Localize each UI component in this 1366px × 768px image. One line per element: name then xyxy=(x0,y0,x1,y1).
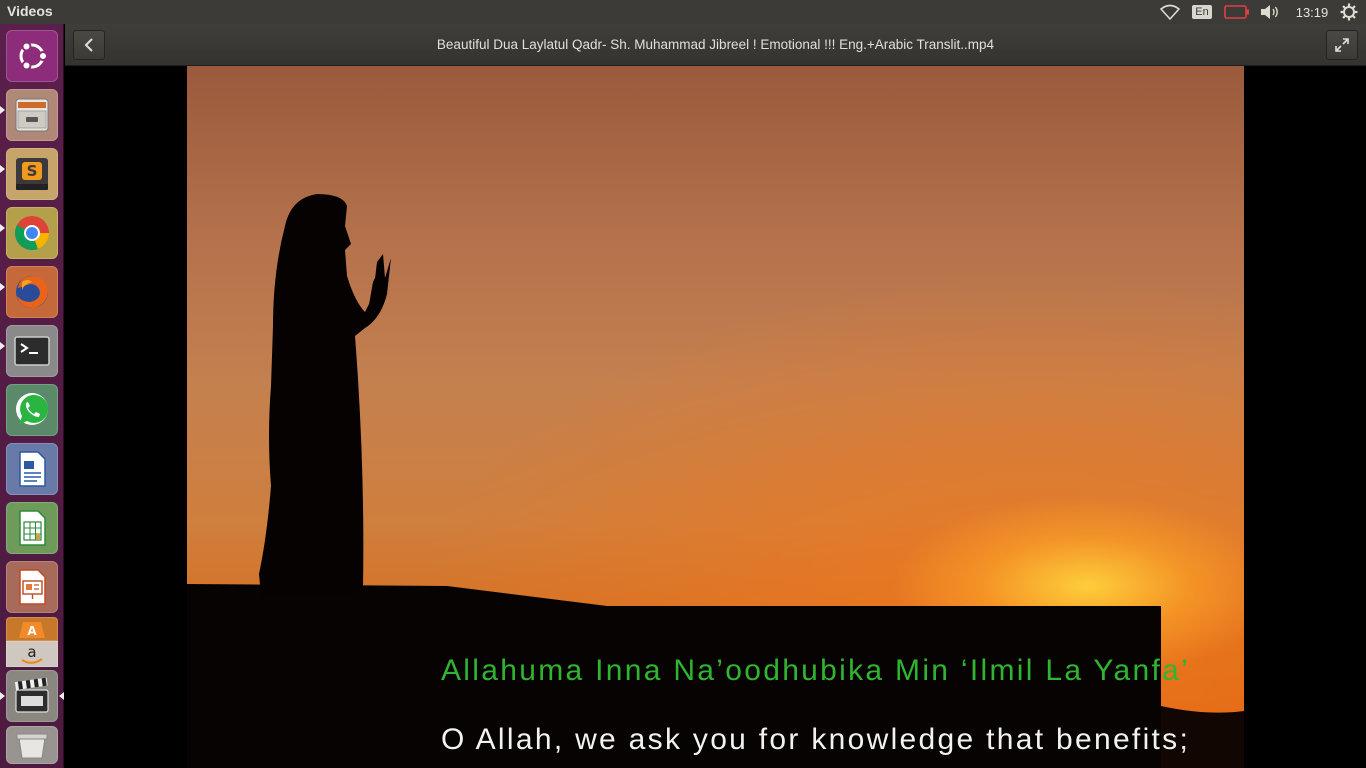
launcher-item-whatsapp[interactable] xyxy=(6,384,58,436)
subtitle-translation: O Allah, we ask you for knowledge that b… xyxy=(441,723,1191,756)
fullscreen-button[interactable] xyxy=(1326,30,1358,60)
launcher-item-chrome[interactable] xyxy=(6,207,58,259)
running-indicator xyxy=(0,692,5,700)
terminal-icon xyxy=(14,336,50,366)
battery-icon[interactable] xyxy=(1224,0,1250,24)
writer-icon xyxy=(19,451,46,487)
svg-text:S: S xyxy=(27,162,38,180)
player-header-bar: Beautiful Dua Laylatul Qadr- Sh. Muhamma… xyxy=(65,24,1366,66)
video-frame[interactable]: Allahuma Inna Na’oodhubika Min ‘Ilmil La… xyxy=(187,66,1244,768)
volume-icon[interactable] xyxy=(1258,0,1282,24)
running-indicator xyxy=(0,283,5,291)
app-title: Videos xyxy=(7,3,53,19)
wifi-icon[interactable] xyxy=(1158,0,1182,24)
running-indicator xyxy=(0,106,5,114)
file-cabinet-icon xyxy=(15,98,49,132)
launcher-item-sublime-text[interactable]: S xyxy=(6,148,58,200)
clapperboard-icon xyxy=(14,677,49,713)
chrome-icon xyxy=(15,216,50,251)
running-indicator xyxy=(0,165,5,173)
svg-text:A: A xyxy=(27,624,37,638)
trash-icon xyxy=(16,733,48,759)
video-title: Beautiful Dua Laylatul Qadr- Sh. Muhamma… xyxy=(436,37,995,52)
session-gear-icon[interactable] xyxy=(1338,0,1360,24)
software-center-icon: A xyxy=(19,622,45,638)
amazon-icon: a xyxy=(21,643,43,664)
launcher-item-dash-home[interactable] xyxy=(6,30,58,82)
language-label: En xyxy=(1192,5,1212,19)
launcher-item-trash[interactable] xyxy=(6,726,58,764)
svg-text:a: a xyxy=(27,643,36,661)
ubuntu-logo-icon xyxy=(19,41,48,71)
running-indicator xyxy=(0,342,5,350)
launcher-item-videos[interactable] xyxy=(6,670,58,722)
video-area[interactable]: Allahuma Inna Na’oodhubika Min ‘Ilmil La… xyxy=(65,66,1366,768)
launcher-item-libreoffice-impress[interactable] xyxy=(6,561,58,613)
clock[interactable]: 13:19 xyxy=(1290,0,1334,24)
launcher-item-amazon[interactable]: a xyxy=(6,641,58,667)
calc-icon xyxy=(19,510,46,546)
launcher-item-files[interactable] xyxy=(6,89,58,141)
launcher-item-software-center[interactable]: A xyxy=(6,617,58,641)
launcher: S A a xyxy=(0,24,64,768)
fullscreen-icon xyxy=(1335,38,1349,52)
launcher-item-firefox[interactable] xyxy=(6,266,58,318)
firefox-icon xyxy=(16,276,48,308)
running-indicator xyxy=(0,224,5,232)
keyboard-language-indicator[interactable]: En xyxy=(1191,0,1213,24)
sublime-text-icon: S xyxy=(16,158,48,190)
impress-icon xyxy=(19,569,46,605)
subtitle-transliteration: Allahuma Inna Na’oodhubika Min ‘Ilmil La… xyxy=(441,654,1191,687)
launcher-item-libreoffice-calc[interactable] xyxy=(6,502,58,554)
top-panel: Videos En 13:19 xyxy=(0,0,1366,24)
launcher-item-terminal[interactable] xyxy=(6,325,58,377)
active-indicator xyxy=(59,692,64,700)
launcher-item-libreoffice-writer[interactable] xyxy=(6,443,58,495)
whatsapp-icon xyxy=(16,393,49,425)
